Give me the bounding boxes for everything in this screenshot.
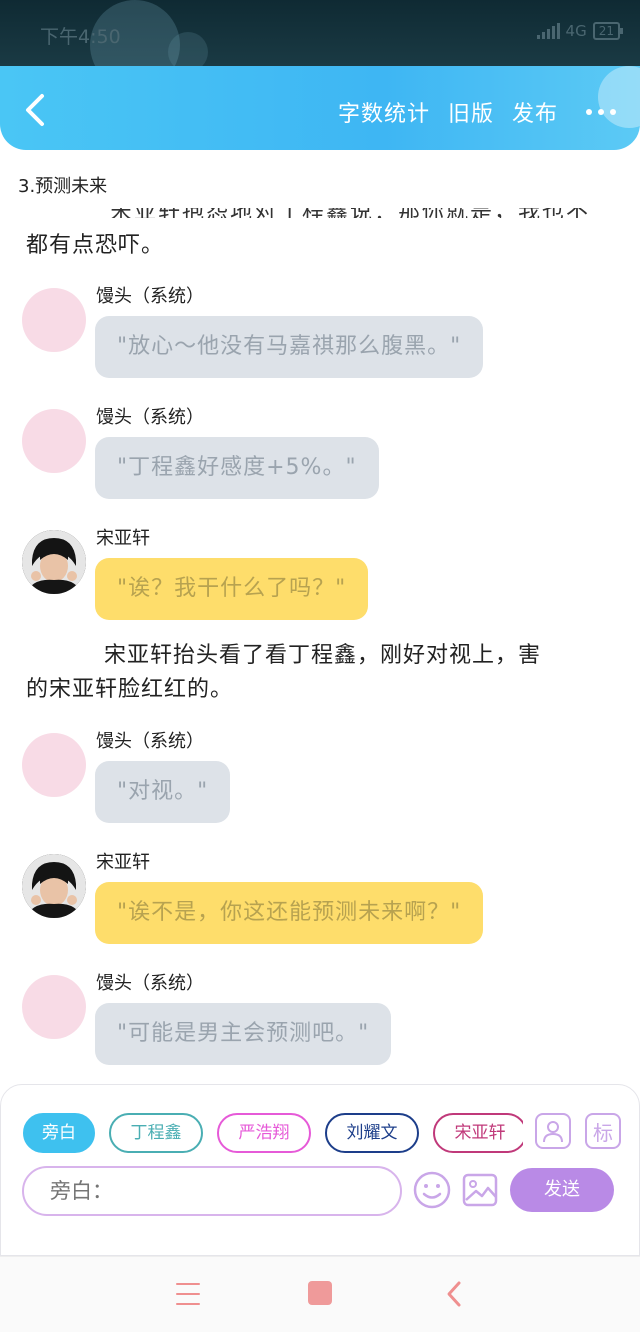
message-bubble: "诶不是，你这还能预测未来啊？" <box>95 882 484 944</box>
speaker-name: 馒头（系统） <box>96 286 204 307</box>
header-actions: 字数统计 旧版 发布 <box>338 96 616 128</box>
message-bubble: "可能是男主会预测吧。" <box>95 1003 392 1065</box>
message-bubble: "丁程鑫好感度+5%。" <box>95 437 379 499</box>
word-count-button[interactable]: 字数统计 <box>338 96 430 128</box>
battery-icon: 21 <box>592 22 624 40</box>
system-nav-bar <box>0 1256 640 1332</box>
role-chip-song-yaxuan[interactable]: 宋亚轩 <box>433 1113 523 1153</box>
more-dot <box>586 109 592 115</box>
message-input[interactable] <box>22 1166 402 1216</box>
avatar <box>22 733 86 797</box>
person-icon <box>543 1121 563 1143</box>
speaker-name: 宋亚轩 <box>96 528 150 549</box>
back-arrow-icon <box>26 94 44 126</box>
role-chip-liu-yaowen[interactable]: 刘耀文 <box>325 1113 419 1153</box>
send-button[interactable]: 发送 <box>510 1168 614 1212</box>
narration-text: 的宋亚轩脸红红的。 <box>26 677 234 702</box>
smiley-icon <box>413 1171 451 1209</box>
mark-button[interactable]: 标 <box>585 1113 621 1149</box>
status-indicators: 4G 21 <box>536 22 624 40</box>
message-bubble: "放心～他没有马嘉祺那么腹黑。" <box>95 316 484 378</box>
role-chip-ding-chengxin[interactable]: 丁程鑫 <box>109 1113 203 1153</box>
publish-button[interactable]: 发布 <box>512 96 558 128</box>
role-chip-yan-haoxiang[interactable]: 严浩翔 <box>217 1113 311 1153</box>
add-role-button[interactable] <box>535 1113 571 1149</box>
character-photo <box>22 530 86 594</box>
more-button[interactable] <box>586 109 616 115</box>
home-icon[interactable] <box>308 1281 332 1305</box>
avatar <box>22 409 86 473</box>
avatar <box>22 975 86 1039</box>
back-nav-icon[interactable] <box>444 1279 464 1309</box>
network-type: 4G <box>565 22 587 40</box>
message-bubble: "诶？我干什么了吗？" <box>95 558 369 620</box>
speaker-name: 馒头（系统） <box>96 731 204 752</box>
role-chip-narrator[interactable]: 旁白 <box>23 1113 95 1153</box>
avatar <box>22 288 86 352</box>
image-button[interactable] <box>462 1172 498 1208</box>
cropped-text: 宋亚轩抱怨地对丁程鑫说：那你就是，我也不 <box>110 208 590 218</box>
more-dot <box>598 109 604 115</box>
role-selector: 旁白 丁程鑫 严浩翔 刘耀文 宋亚轩 <box>23 1113 523 1155</box>
speaker-name: 宋亚轩 <box>96 852 150 873</box>
character-photo <box>22 854 86 918</box>
battery-level: 21 <box>598 24 614 38</box>
narration-text: 都有点恐吓。 <box>26 233 165 258</box>
avatar <box>22 854 86 918</box>
cropped-text-line: 宋亚轩抱怨地对丁程鑫说：那你就是，我也不 <box>110 208 610 218</box>
image-icon <box>462 1173 498 1207</box>
old-version-button[interactable]: 旧版 <box>448 96 494 128</box>
message-bubble: "对视。" <box>95 761 231 823</box>
status-bar: 下午4:50 4G 21 <box>0 0 640 66</box>
signal-icon <box>536 23 560 39</box>
chapter-title: 3.预测未来 <box>18 176 108 197</box>
speaker-name: 馒头（系统） <box>96 407 204 428</box>
emoji-button[interactable] <box>412 1170 452 1210</box>
speaker-name: 馒头（系统） <box>96 973 204 994</box>
header-bar: 字数统计 旧版 发布 <box>0 66 640 150</box>
avatar <box>22 530 86 594</box>
more-dot <box>610 109 616 115</box>
menu-icon[interactable] <box>176 1283 200 1305</box>
bokeh-decoration <box>168 32 208 66</box>
back-button[interactable] <box>18 90 52 130</box>
status-time: 下午4:50 <box>40 26 121 48</box>
